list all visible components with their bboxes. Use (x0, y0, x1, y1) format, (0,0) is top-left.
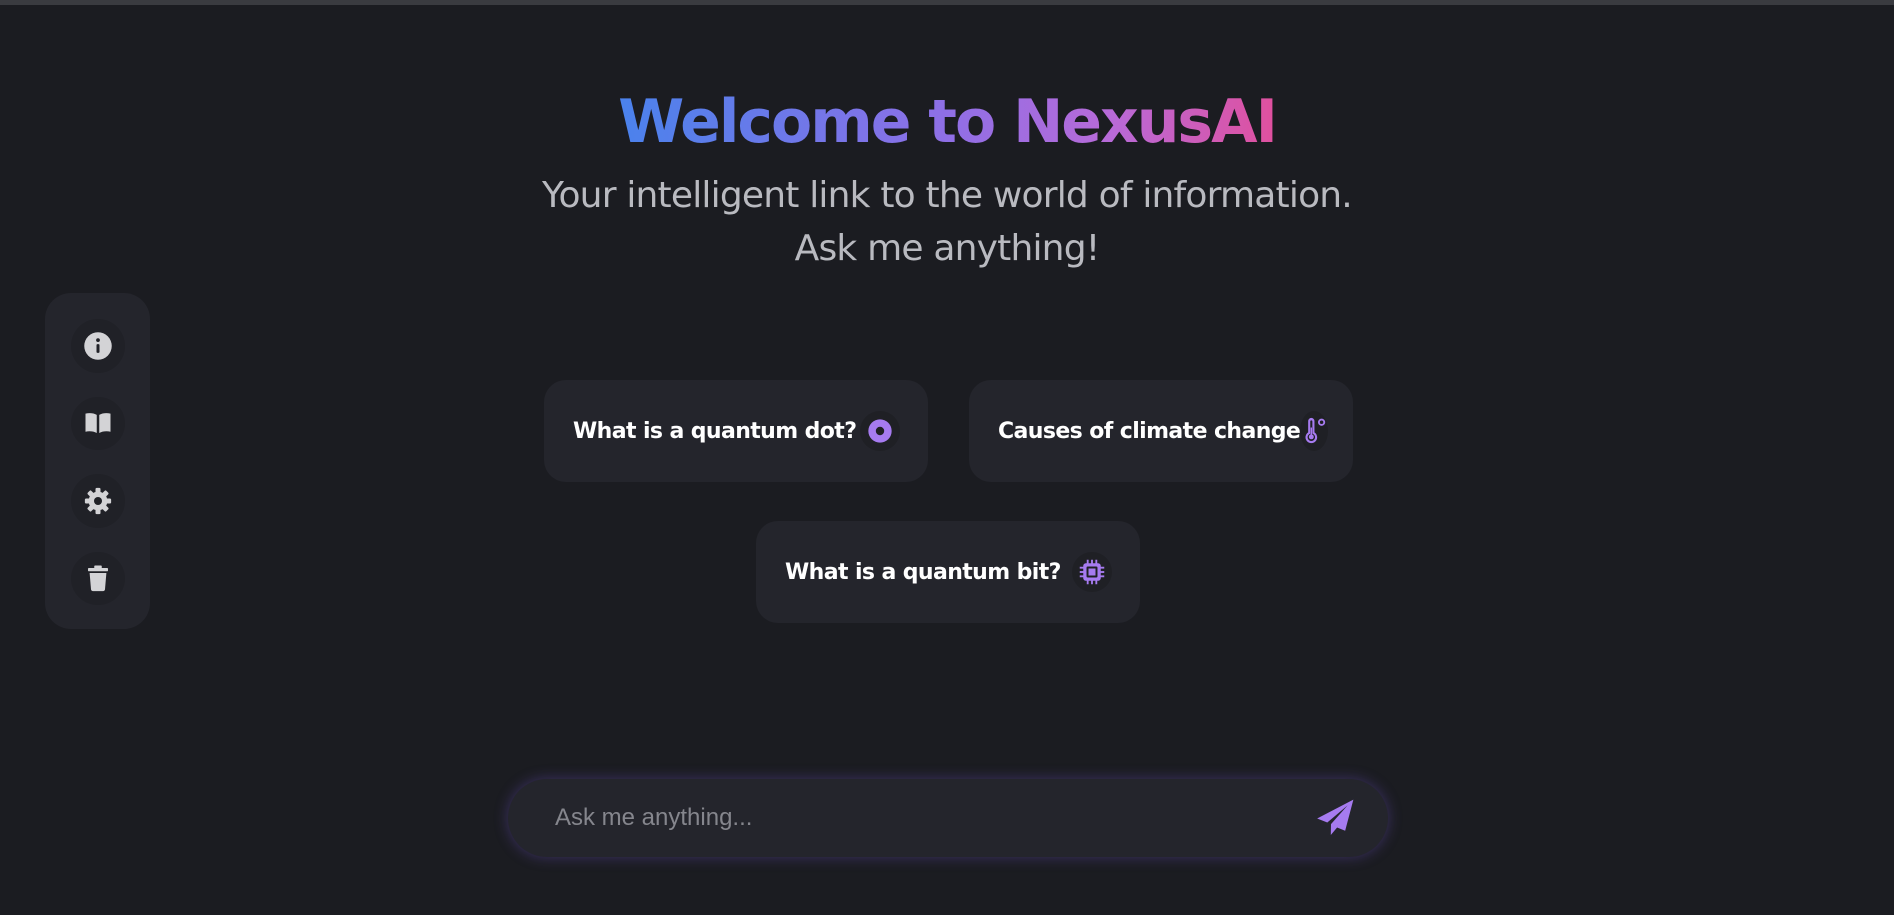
chat-input-bar (508, 779, 1388, 857)
suggestion-card-quantum-dot[interactable]: What is a quantum dot? (544, 380, 928, 482)
send-button[interactable] (1307, 790, 1363, 846)
suggestion-icon-wrap (860, 411, 900, 451)
page-title: Welcome to NexusAI (618, 80, 1278, 164)
dot-circle-icon (868, 419, 892, 443)
delete-button[interactable] (70, 551, 125, 605)
chat-input[interactable] (553, 797, 1307, 839)
library-button[interactable] (70, 396, 125, 450)
suggestion-label: Causes of climate change (998, 418, 1301, 444)
chip-icon (1079, 559, 1105, 585)
page-subtitle: Your intelligent link to the world of in… (542, 175, 1353, 269)
suggestion-icon-wrap (1072, 552, 1112, 592)
sidebar (45, 293, 150, 629)
book-icon (85, 413, 110, 434)
send-icon (1317, 799, 1354, 835)
thermometer-icon (1305, 417, 1326, 444)
trash-icon (87, 565, 108, 592)
suggestion-card-climate-change[interactable]: Causes of climate change (969, 380, 1353, 482)
info-icon (83, 332, 112, 360)
app-window: Welcome to NexusAI Your intelligent link… (0, 0, 1894, 915)
window-top-border (0, 0, 1894, 5)
suggestion-card-quantum-bit[interactable]: What is a quantum bit? (756, 521, 1140, 623)
suggestion-label: What is a quantum bit? (785, 559, 1061, 585)
settings-button[interactable] (70, 474, 125, 528)
hero: Welcome to NexusAI Your intelligent link… (0, 80, 1894, 275)
info-button[interactable] (70, 319, 125, 373)
gear-icon (84, 487, 111, 514)
suggestion-label: What is a quantum dot? (573, 418, 857, 444)
suggestion-icon-wrap (1300, 411, 1329, 451)
